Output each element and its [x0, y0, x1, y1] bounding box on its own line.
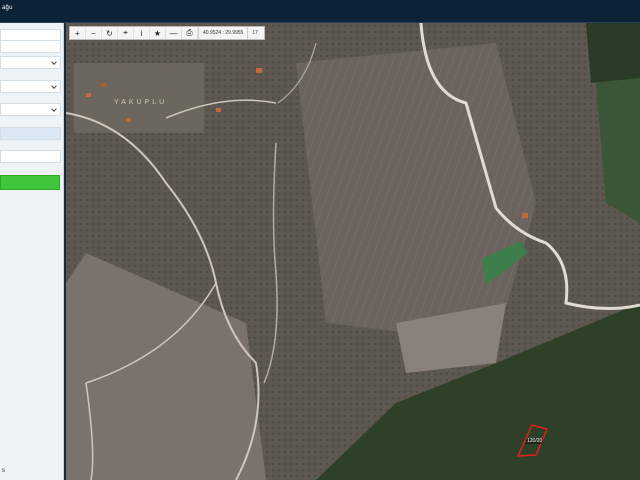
info-icon[interactable]: i: [134, 27, 150, 39]
zoom-in-icon[interactable]: +: [70, 27, 86, 39]
app-title: ağu: [2, 5, 13, 11]
zoom-level: 17: [252, 30, 258, 36]
parcel-label: 120/20: [526, 438, 544, 444]
sidebar-footer-text: s: [2, 468, 5, 474]
map-toolbar: + − ↻ ⌖ i ★ — ⎙ 40.9524 : 29.9955 17: [69, 26, 265, 40]
sidebar-select-province[interactable]: [0, 56, 61, 69]
top-bar: ağu: [0, 0, 640, 23]
sidebar-select-district[interactable]: [0, 80, 61, 93]
sidebar: s: [0, 23, 64, 480]
sidebar-spacer-row: [0, 40, 61, 53]
village-label: YAKUPLU: [114, 99, 168, 106]
satellite-map[interactable]: YAKUPLU 120/20 + − ↻ ⌖ i ★ — ⎙ 40.9524 :…: [66, 23, 640, 480]
sidebar-parcel-field[interactable]: [0, 150, 61, 163]
zoom-out-icon[interactable]: −: [86, 27, 102, 39]
sidebar-block-field[interactable]: [0, 127, 61, 140]
query-button[interactable]: [0, 175, 60, 190]
sidebar-select-neighborhood[interactable]: [0, 103, 61, 116]
satellite-imagery: [66, 23, 640, 480]
star-icon[interactable]: ★: [150, 27, 166, 39]
refresh-icon[interactable]: ↻: [102, 27, 118, 39]
measure-icon[interactable]: —: [166, 27, 182, 39]
coordinate-readout: 40.9524 : 29.9955: [198, 27, 249, 39]
print-icon[interactable]: ⎙: [182, 27, 198, 39]
locate-icon[interactable]: ⌖: [118, 27, 134, 39]
